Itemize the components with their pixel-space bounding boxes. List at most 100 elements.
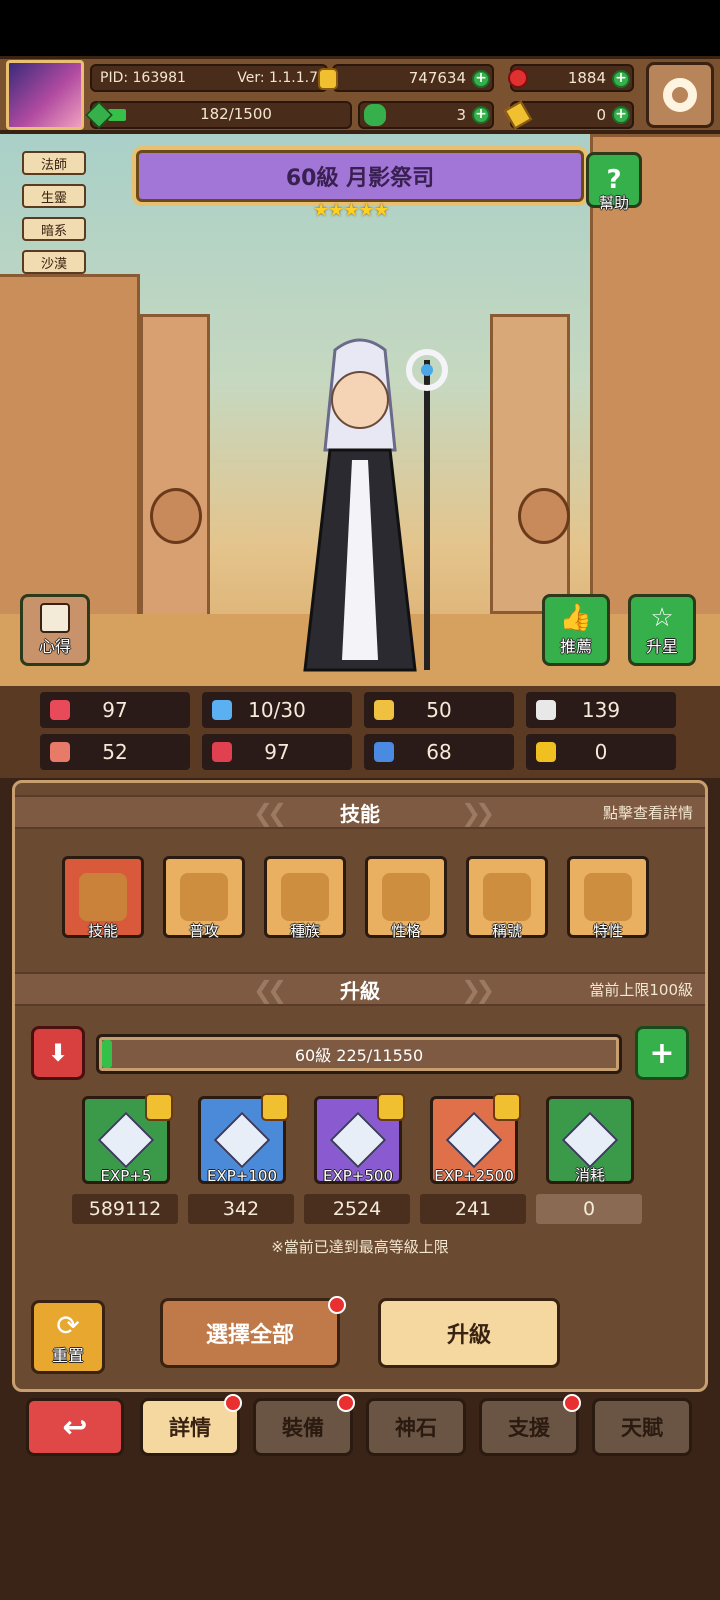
exp-item-count: 0	[536, 1194, 642, 1224]
skill-slot[interactable]: 稱號	[466, 856, 548, 940]
skills-header[interactable]: ❮❮ 技能 ❯❯ 點擊查看詳情	[15, 795, 705, 829]
chevron-left-icon: ❮❮	[253, 799, 287, 827]
stat-value: 68	[426, 740, 452, 764]
exp-item-count: 2524	[304, 1194, 410, 1224]
level-title: 升級	[340, 978, 380, 1003]
tab-label: 詳情	[169, 1416, 211, 1440]
skill-label: 特性	[592, 922, 623, 940]
skill-label: 種族	[289, 922, 320, 940]
tab-label: 天賦	[621, 1416, 663, 1440]
back-arrow-icon: ↩	[62, 1409, 88, 1445]
settings-button[interactable]	[646, 62, 714, 128]
wing-icon	[536, 700, 556, 720]
skill-label: 技能	[87, 922, 118, 940]
book-icon	[212, 742, 232, 762]
exp-crystal-icon	[445, 1111, 503, 1169]
skill-slot[interactable]: 普攻	[163, 856, 245, 940]
skills-title: 技能	[340, 801, 380, 826]
reset-label: 重置	[51, 1345, 84, 1365]
player-avatar[interactable]	[6, 60, 84, 130]
upgrade-button[interactable]: 升級	[378, 1298, 560, 1368]
skill-icon	[382, 873, 430, 921]
skill-slot[interactable]: 技能	[62, 856, 144, 940]
back-button[interactable]: ↩	[26, 1398, 124, 1456]
exp-item[interactable]: EXP+5	[82, 1093, 173, 1185]
right-orb[interactable]	[518, 488, 570, 544]
clover-icon	[364, 104, 386, 126]
refresh-icon: ⟳	[56, 1308, 80, 1342]
tab-notification-dot	[563, 1394, 581, 1412]
tag-race: 生靈	[22, 184, 86, 208]
add-gem-button[interactable]: +	[612, 70, 630, 88]
stat-cell: 97	[202, 734, 352, 770]
hero-staff	[424, 360, 430, 670]
hero-title-banner: 60級 月影祭司	[136, 150, 584, 202]
account-info: PID: 163981 Ver: 1.1.1.7	[90, 64, 328, 92]
ticket-value: 0	[596, 106, 606, 124]
skill-icon	[483, 873, 531, 921]
star-up-label: 升星	[645, 637, 678, 656]
tab-label: 支援	[508, 1416, 550, 1440]
skill-label: 性格	[390, 922, 421, 940]
gem-value: 1884	[567, 69, 606, 87]
exp-item[interactable]: 消耗	[546, 1096, 634, 1184]
level-hint: 當前上限100級	[589, 980, 693, 999]
recommend-button[interactable]: 👍 推薦	[542, 594, 610, 666]
pid-label: PID: 163981	[100, 70, 186, 86]
skill-slot[interactable]: 特性	[567, 856, 649, 940]
star-up-button[interactable]: ☆ 升星	[628, 594, 696, 666]
stat-cell: 139	[526, 692, 676, 728]
stat-cell: 52	[40, 734, 190, 770]
exp-item[interactable]: EXP+2500	[430, 1093, 521, 1185]
exp-item[interactable]: EXP+100	[198, 1093, 289, 1185]
exp-item-label: EXP+500	[323, 1167, 393, 1185]
tab-5[interactable]: 天賦	[592, 1398, 692, 1456]
recommend-label: 推薦	[559, 637, 592, 656]
plus-icon: +	[649, 1035, 675, 1071]
exp-item-count: 589112	[72, 1194, 178, 1224]
exp-item-count: 241	[420, 1194, 526, 1224]
add-gold-button[interactable]: +	[472, 70, 490, 88]
scroll-icon	[40, 603, 70, 633]
skill-slot[interactable]: 種族	[264, 856, 346, 940]
player-xp-text: 182/1500	[200, 105, 272, 123]
help-button[interactable]: ? 幫助	[586, 152, 642, 212]
stat-cell: 0	[526, 734, 676, 770]
skill-slot[interactable]: 性格	[365, 856, 447, 940]
stat-cell: 68	[364, 734, 514, 770]
stat-value: 97	[102, 698, 128, 722]
select-all-notification-dot	[328, 1296, 346, 1314]
tips-button[interactable]: 心得	[20, 594, 90, 666]
stat-value: 50	[426, 698, 452, 722]
gold-counter: 747634	[332, 64, 494, 92]
horseshoe-icon	[536, 742, 556, 762]
hero-character-sprite	[303, 338, 448, 672]
reset-button[interactable]: ⟳ 重置	[31, 1300, 105, 1374]
help-label: 幫助	[598, 194, 629, 212]
stat-cell: 97	[40, 692, 190, 728]
add-ticket-button[interactable]: +	[612, 106, 630, 124]
exp-item-label: EXP+2500	[434, 1167, 514, 1185]
exp-item-label: EXP+100	[207, 1167, 277, 1185]
add-clover-button[interactable]: +	[472, 106, 490, 124]
mana-drop-icon	[212, 700, 232, 720]
tag-class: 法師	[22, 151, 86, 175]
red-gem-icon	[508, 68, 528, 88]
left-orb[interactable]	[150, 488, 202, 544]
skill-icon	[281, 873, 329, 921]
tab-notification-dot	[224, 1394, 242, 1412]
exp-item[interactable]: EXP+500	[314, 1093, 405, 1185]
level-down-button[interactable]: ⬇	[31, 1026, 85, 1080]
exp-crystal-icon	[97, 1111, 155, 1169]
tab-3[interactable]: 神石	[366, 1398, 466, 1456]
coin-badge-icon	[261, 1093, 289, 1121]
level-add-button[interactable]: +	[635, 1026, 689, 1080]
upgrade-label: 升級	[446, 1323, 491, 1348]
exp-item-label: 消耗	[574, 1166, 605, 1184]
player-xp-bar: 182/1500	[90, 101, 352, 129]
fist-icon	[50, 742, 70, 762]
shield-icon	[374, 700, 394, 720]
exp-item-count: 342	[188, 1194, 294, 1224]
select-all-button[interactable]: 選擇全部	[160, 1298, 340, 1368]
coin-badge-icon	[145, 1093, 173, 1121]
